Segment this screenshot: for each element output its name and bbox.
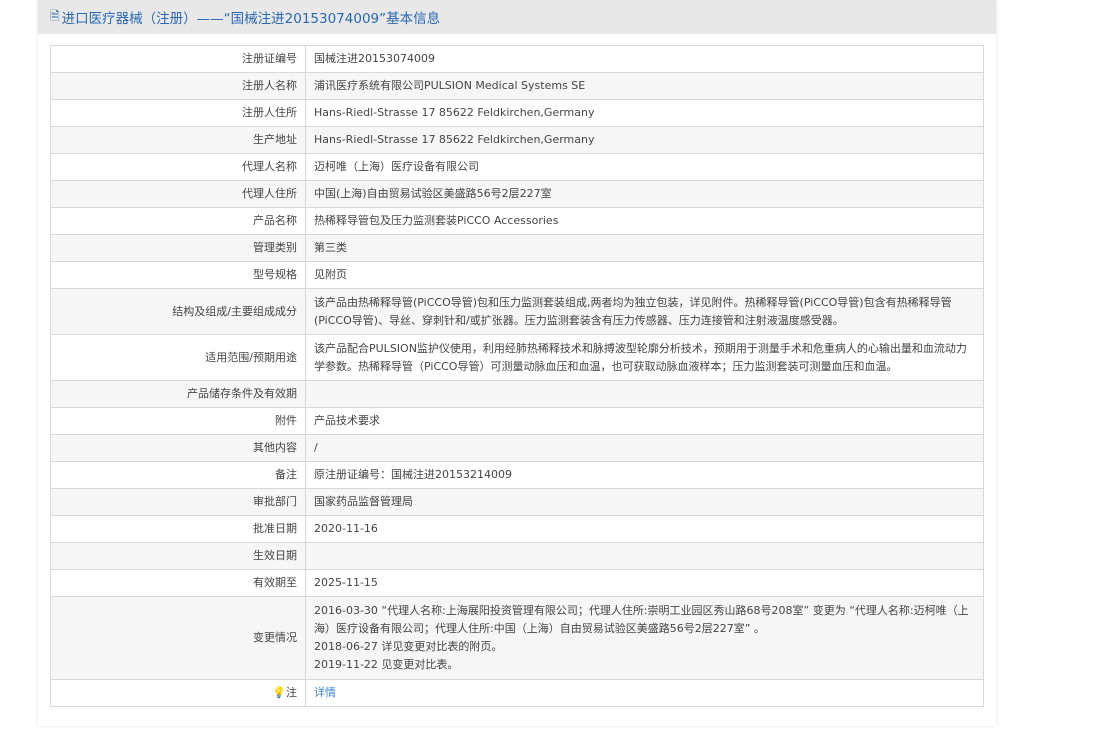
- row-label: 代理人住所: [50, 180, 306, 208]
- change-line: 2018-06-27 详见变更对比表的附页。: [314, 640, 503, 653]
- table-row: 备注 原注册证编号：国械注进20153214009: [50, 461, 984, 489]
- table-row: 适用范围/预期用途 该产品配合PULSION监护仪使用，利用经肺热稀释技术和脉搏波…: [50, 334, 984, 381]
- table-row: 注册证编号 国械注进20153074009: [50, 45, 984, 73]
- row-value: 热稀释导管包及压力监测套装PiCCO Accessories: [305, 207, 984, 235]
- row-label: 管理类别: [50, 234, 306, 262]
- change-line: 2019-11-22 见变更对比表。: [314, 658, 459, 671]
- row-label: 适用范围/预期用途: [50, 334, 306, 381]
- row-label: 其他内容: [50, 434, 306, 462]
- row-label: 产品储存条件及有效期: [50, 380, 306, 408]
- change-line: 2016-03-30 “代理人名称:上海展阳投资管理有限公司；代理人住所:崇明工…: [314, 604, 969, 635]
- row-value: 迈柯唯（上海）医疗设备有限公司: [305, 153, 984, 181]
- row-value: 该产品由热稀释导管(PiCCO导管)包和压力监测套装组成,两者均为独立包装，详见…: [305, 288, 984, 335]
- change-history: 2016-03-30 “代理人名称:上海展阳投资管理有限公司；代理人住所:崇明工…: [305, 596, 984, 680]
- row-label: 产品名称: [50, 207, 306, 235]
- table-row: 管理类别 第三类: [50, 234, 984, 262]
- row-value: /: [305, 434, 984, 462]
- lightbulb-icon: 💡: [272, 686, 286, 699]
- row-value: 原注册证编号：国械注进20153214009: [305, 461, 984, 489]
- row-label: 批准日期: [50, 515, 306, 543]
- row-label: 💡注: [50, 679, 306, 707]
- table-row: 注册人住所 Hans-Riedl-Strasse 17 85622 Feldkir…: [50, 99, 984, 127]
- row-label: 变更情况: [50, 596, 306, 680]
- row-value: Hans-Riedl-Strasse 17 85622 Feldkirchen,…: [305, 99, 984, 127]
- table-row: 产品名称 热稀释导管包及压力监测套装PiCCO Accessories: [50, 207, 984, 235]
- table-row: 审批部门 国家药品监督管理局: [50, 488, 984, 516]
- row-value: [305, 380, 984, 408]
- details-link[interactable]: 详情: [314, 686, 336, 699]
- row-label: 注册人名称: [50, 72, 306, 100]
- table-row: 其他内容 /: [50, 434, 984, 462]
- row-value: [305, 542, 984, 570]
- table-row: 变更情况 2016-03-30 “代理人名称:上海展阳投资管理有限公司；代理人住所…: [50, 596, 984, 680]
- info-panel: 🗎 进口医疗器械（注册）——“国械注进20153074009”基本信息 注册证编号…: [38, 0, 996, 726]
- row-label: 附件: [50, 407, 306, 435]
- table-row: 代理人名称 迈柯唯（上海）医疗设备有限公司: [50, 153, 984, 181]
- table-row: 注册人名称 浦讯医疗系统有限公司PULSION Medical Systems S…: [50, 72, 984, 100]
- row-label: 生产地址: [50, 126, 306, 154]
- row-value: 见附页: [305, 261, 984, 289]
- table-row: 产品储存条件及有效期: [50, 380, 984, 408]
- table-row: 生效日期: [50, 542, 984, 570]
- row-value: 2020-11-16: [305, 515, 984, 543]
- row-value: 浦讯医疗系统有限公司PULSION Medical Systems SE: [305, 72, 984, 100]
- table-row: 生产地址 Hans-Riedl-Strasse 17 85622 Feldkirc…: [50, 126, 984, 154]
- row-label: 备注: [50, 461, 306, 489]
- row-label: 审批部门: [50, 488, 306, 516]
- info-table: 注册证编号 国械注进20153074009 注册人名称 浦讯医疗系统有限公司PULSI…: [50, 45, 984, 707]
- row-label: 代理人名称: [50, 153, 306, 181]
- table-row: 附件 产品技术要求: [50, 407, 984, 435]
- row-value: 国械注进20153074009: [305, 45, 984, 73]
- page-title: 🗎 进口医疗器械（注册）——“国械注进20153074009”基本信息: [38, 0, 996, 34]
- row-value: 2025-11-15: [305, 569, 984, 597]
- row-value: 产品技术要求: [305, 407, 984, 435]
- document-icon: 🗎: [50, 8, 60, 23]
- table-row: 结构及组成/主要组成成分 该产品由热稀释导管(PiCCO导管)包和压力监测套装组成…: [50, 288, 984, 335]
- row-label: 型号规格: [50, 261, 306, 289]
- row-label: 有效期至: [50, 569, 306, 597]
- row-value: Hans-Riedl-Strasse 17 85622 Feldkirchen,…: [305, 126, 984, 154]
- table-row: 代理人住所 中国(上海)自由贸易试验区美盛路56号2层227室: [50, 180, 984, 208]
- row-value: 第三类: [305, 234, 984, 262]
- table-row: 有效期至 2025-11-15: [50, 569, 984, 597]
- row-value: 该产品配合PULSION监护仪使用，利用经肺热稀释技术和脉搏波型轮廓分析技术，预…: [305, 334, 984, 381]
- row-value: 中国(上海)自由贸易试验区美盛路56号2层227室: [305, 180, 984, 208]
- row-label: 注册人住所: [50, 99, 306, 127]
- row-label: 生效日期: [50, 542, 306, 570]
- table-row: 批准日期 2020-11-16: [50, 515, 984, 543]
- table-row: 型号规格 见附页: [50, 261, 984, 289]
- row-value: 国家药品监督管理局: [305, 488, 984, 516]
- row-label: 结构及组成/主要组成成分: [50, 288, 306, 335]
- table-row: 💡注 详情: [50, 679, 984, 707]
- row-label: 注册证编号: [50, 45, 306, 73]
